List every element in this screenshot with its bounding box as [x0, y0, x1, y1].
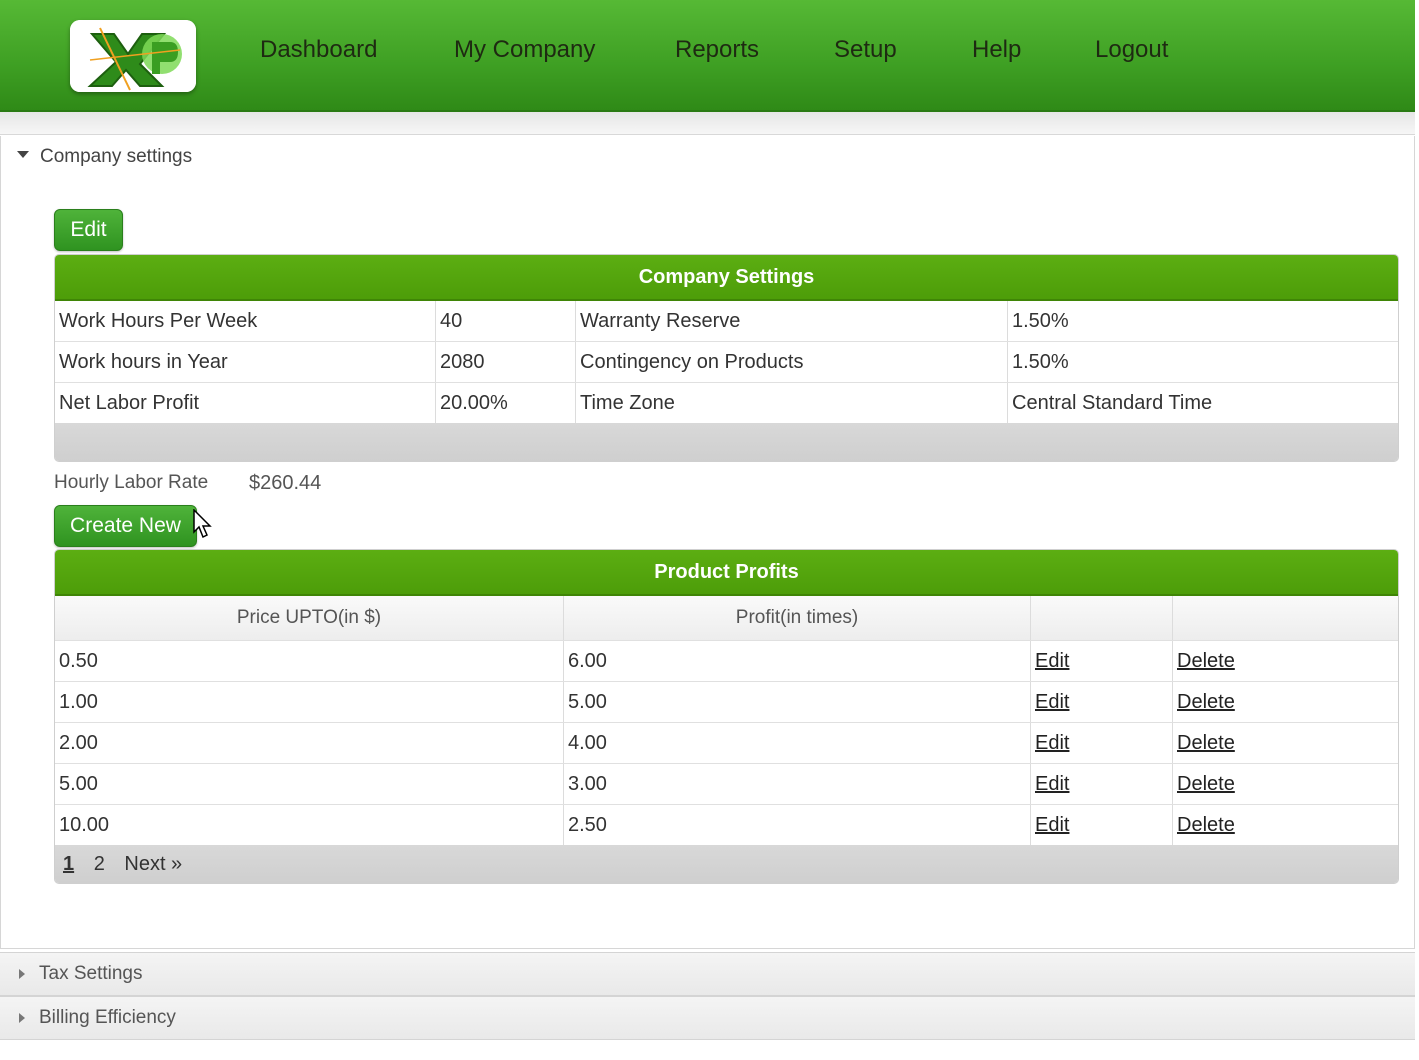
- pagination-bar: 1 2 Next »: [55, 845, 1398, 883]
- table-title: Product Profits: [55, 550, 1398, 596]
- edit-link[interactable]: Edit: [1035, 691, 1069, 713]
- table-row: Work hours in Year 2080 Contingency on P…: [55, 342, 1398, 383]
- edit-link[interactable]: Edit: [1035, 814, 1069, 836]
- column-header-delete: [1173, 596, 1398, 640]
- column-header-profit[interactable]: Profit(in times): [564, 596, 1031, 640]
- hourly-labor-rate-label: Hourly Labor Rate: [54, 472, 209, 493]
- hourly-labor-rate-value: $260.44: [249, 472, 322, 494]
- chevron-right-icon: [19, 1013, 25, 1023]
- edit-cell: Edit: [1031, 682, 1173, 722]
- nav-logout[interactable]: Logout: [1095, 36, 1168, 64]
- edit-link[interactable]: Edit: [1035, 650, 1069, 672]
- edit-cell: Edit: [1031, 805, 1173, 845]
- setting-label: Time Zone: [576, 383, 1008, 423]
- setting-label: Work hours in Year: [55, 342, 436, 382]
- accordion-label: Company settings: [40, 146, 193, 167]
- delete-cell: Delete: [1173, 764, 1398, 804]
- table-footer: [55, 423, 1398, 461]
- accordion-company-settings[interactable]: Company settings: [1, 136, 1416, 178]
- table-row: 2.00 4.00 Edit Delete: [55, 723, 1398, 764]
- create-new-button[interactable]: Create New: [54, 505, 197, 547]
- setting-label: Net Labor Profit: [55, 383, 436, 423]
- setting-label: Warranty Reserve: [576, 301, 1008, 341]
- table-row: 1.00 5.00 Edit Delete: [55, 682, 1398, 723]
- table-row: Net Labor Profit 20.00% Time Zone Centra…: [55, 383, 1398, 423]
- price-cell: 1.00: [55, 682, 564, 722]
- mouse-pointer-icon: [193, 508, 213, 544]
- delete-cell: Delete: [1173, 682, 1398, 722]
- edit-company-settings-button[interactable]: Edit: [54, 209, 123, 251]
- setting-label: Work Hours Per Week: [55, 301, 436, 341]
- nav-shadow-strip: [0, 112, 1415, 135]
- column-header-price[interactable]: Price UPTO(in $): [55, 596, 564, 640]
- profit-cell: 5.00: [564, 682, 1031, 722]
- nav-help[interactable]: Help: [972, 36, 1021, 64]
- next-page-link[interactable]: Next »: [124, 853, 182, 875]
- delete-link[interactable]: Delete: [1177, 814, 1235, 836]
- table-row: 0.50 6.00 Edit Delete: [55, 641, 1398, 682]
- price-cell: 5.00: [55, 764, 564, 804]
- table-title: Company Settings: [55, 255, 1398, 301]
- delete-link[interactable]: Delete: [1177, 691, 1235, 713]
- delete-cell: Delete: [1173, 805, 1398, 845]
- setting-value: 20.00%: [436, 383, 576, 423]
- delete-cell: Delete: [1173, 641, 1398, 681]
- profit-cell: 6.00: [564, 641, 1031, 681]
- page-2-link[interactable]: 2: [94, 853, 105, 875]
- nav-reports[interactable]: Reports: [675, 36, 759, 64]
- nav-my-company[interactable]: My Company: [454, 36, 595, 64]
- company-settings-table: Company Settings Work Hours Per Week 40 …: [54, 254, 1399, 462]
- accordion-tax-settings[interactable]: Tax Settings: [0, 952, 1415, 996]
- profit-cell: 3.00: [564, 764, 1031, 804]
- edit-cell: Edit: [1031, 641, 1173, 681]
- delete-link[interactable]: Delete: [1177, 650, 1235, 672]
- setting-value: 2080: [436, 342, 576, 382]
- delete-link[interactable]: Delete: [1177, 732, 1235, 754]
- setting-value: 1.50%: [1012, 310, 1069, 332]
- profit-cell: 4.00: [564, 723, 1031, 763]
- accordion-billing-efficiency[interactable]: Billing Efficiency: [0, 996, 1415, 1040]
- setting-value: 1.50%: [1012, 351, 1069, 373]
- table-row: Work Hours Per Week 40 Warranty Reserve …: [55, 301, 1398, 342]
- setting-label: Contingency on Products: [576, 342, 1008, 382]
- delete-link[interactable]: Delete: [1177, 773, 1235, 795]
- price-cell: 2.00: [55, 723, 564, 763]
- edit-cell: Edit: [1031, 764, 1173, 804]
- page-1-link[interactable]: 1: [63, 853, 74, 875]
- pager: 1 2 Next »: [63, 845, 196, 883]
- xp-logo[interactable]: [70, 20, 196, 92]
- table-row: 10.00 2.50 Edit Delete: [55, 805, 1398, 845]
- profit-cell: 2.50: [564, 805, 1031, 845]
- logo-graphic: [70, 20, 196, 92]
- delete-cell: Delete: [1173, 723, 1398, 763]
- accordion-label: Billing Efficiency: [39, 1007, 176, 1028]
- table-row: 5.00 3.00 Edit Delete: [55, 764, 1398, 805]
- nav-dashboard[interactable]: Dashboard: [260, 36, 377, 64]
- chevron-right-icon: [19, 969, 25, 979]
- table-header-row: Price UPTO(in $) Profit(in times): [55, 596, 1398, 641]
- top-navigation-bar: Dashboard My Company Reports Setup Help …: [0, 0, 1415, 112]
- price-cell: 10.00: [55, 805, 564, 845]
- setting-value: Central Standard Time: [1012, 392, 1213, 414]
- column-header-edit: [1031, 596, 1173, 640]
- edit-link[interactable]: Edit: [1035, 773, 1069, 795]
- price-cell: 0.50: [55, 641, 564, 681]
- edit-cell: Edit: [1031, 723, 1173, 763]
- product-profits-table: Product Profits Price UPTO(in $) Profit(…: [54, 549, 1399, 884]
- nav-setup[interactable]: Setup: [834, 36, 897, 64]
- accordion-label: Tax Settings: [39, 963, 143, 984]
- chevron-down-icon: [17, 151, 29, 158]
- edit-link[interactable]: Edit: [1035, 732, 1069, 754]
- setting-value: 40: [436, 301, 576, 341]
